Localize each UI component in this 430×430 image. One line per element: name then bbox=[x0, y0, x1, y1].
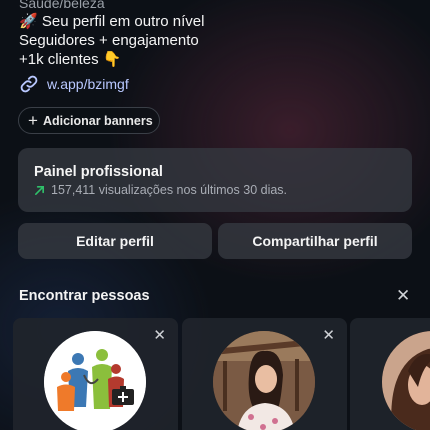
suggestion-card[interactable]: ✕ bbox=[13, 318, 178, 430]
bio-category: Saúde/beleza bbox=[19, 0, 105, 11]
suggestion-card[interactable]: ✕ bbox=[182, 318, 347, 430]
suggestion-card[interactable] bbox=[350, 318, 430, 430]
views-text: 157,411 visualizações nos últimos 30 dia… bbox=[51, 183, 288, 197]
woman-portrait-avatar[interactable] bbox=[382, 331, 430, 430]
edit-profile-button[interactable]: Editar perfil bbox=[18, 223, 212, 259]
medical-team-logo-avatar[interactable] bbox=[44, 331, 146, 430]
professional-dashboard-stats: 157,411 visualizações nos últimos 30 dia… bbox=[34, 183, 412, 197]
bio-line-3: +1k clientes 👇 bbox=[19, 51, 122, 68]
bio-link-text[interactable]: w.app/bzimgf bbox=[47, 76, 129, 92]
professional-dashboard-title: Painel profissional bbox=[34, 164, 163, 180]
woman-portrait bbox=[213, 331, 315, 430]
close-icon[interactable]: ✕ bbox=[153, 328, 166, 343]
bio-line-2: Seguidores + engajamento bbox=[19, 32, 199, 49]
add-banners-button[interactable]: + Adicionar banners bbox=[18, 107, 160, 134]
link-icon bbox=[20, 75, 38, 93]
bio-link[interactable]: w.app/bzimgf bbox=[19, 74, 129, 94]
medical-team-logo bbox=[44, 331, 146, 430]
add-banners-label: Adicionar banners bbox=[42, 113, 153, 128]
woman-portrait-partial bbox=[382, 331, 430, 430]
close-icon[interactable]: ✕ bbox=[322, 328, 335, 343]
share-profile-button[interactable]: Compartilhar perfil bbox=[218, 223, 412, 259]
close-icon[interactable]: ✕ bbox=[396, 287, 410, 305]
bio-section: Saúde/beleza 🚀 Seu perfil em outro nível… bbox=[19, 0, 419, 69]
professional-dashboard[interactable]: Painel profissional 157,411 visualizaçõe… bbox=[18, 148, 412, 212]
trend-up-icon bbox=[35, 185, 44, 195]
plus-icon: + bbox=[28, 111, 38, 130]
woman-portrait-avatar[interactable] bbox=[213, 331, 315, 430]
bio-line-1: 🚀 Seu perfil em outro nível bbox=[19, 13, 205, 30]
discover-people-title: Encontrar pessoas bbox=[19, 288, 150, 304]
